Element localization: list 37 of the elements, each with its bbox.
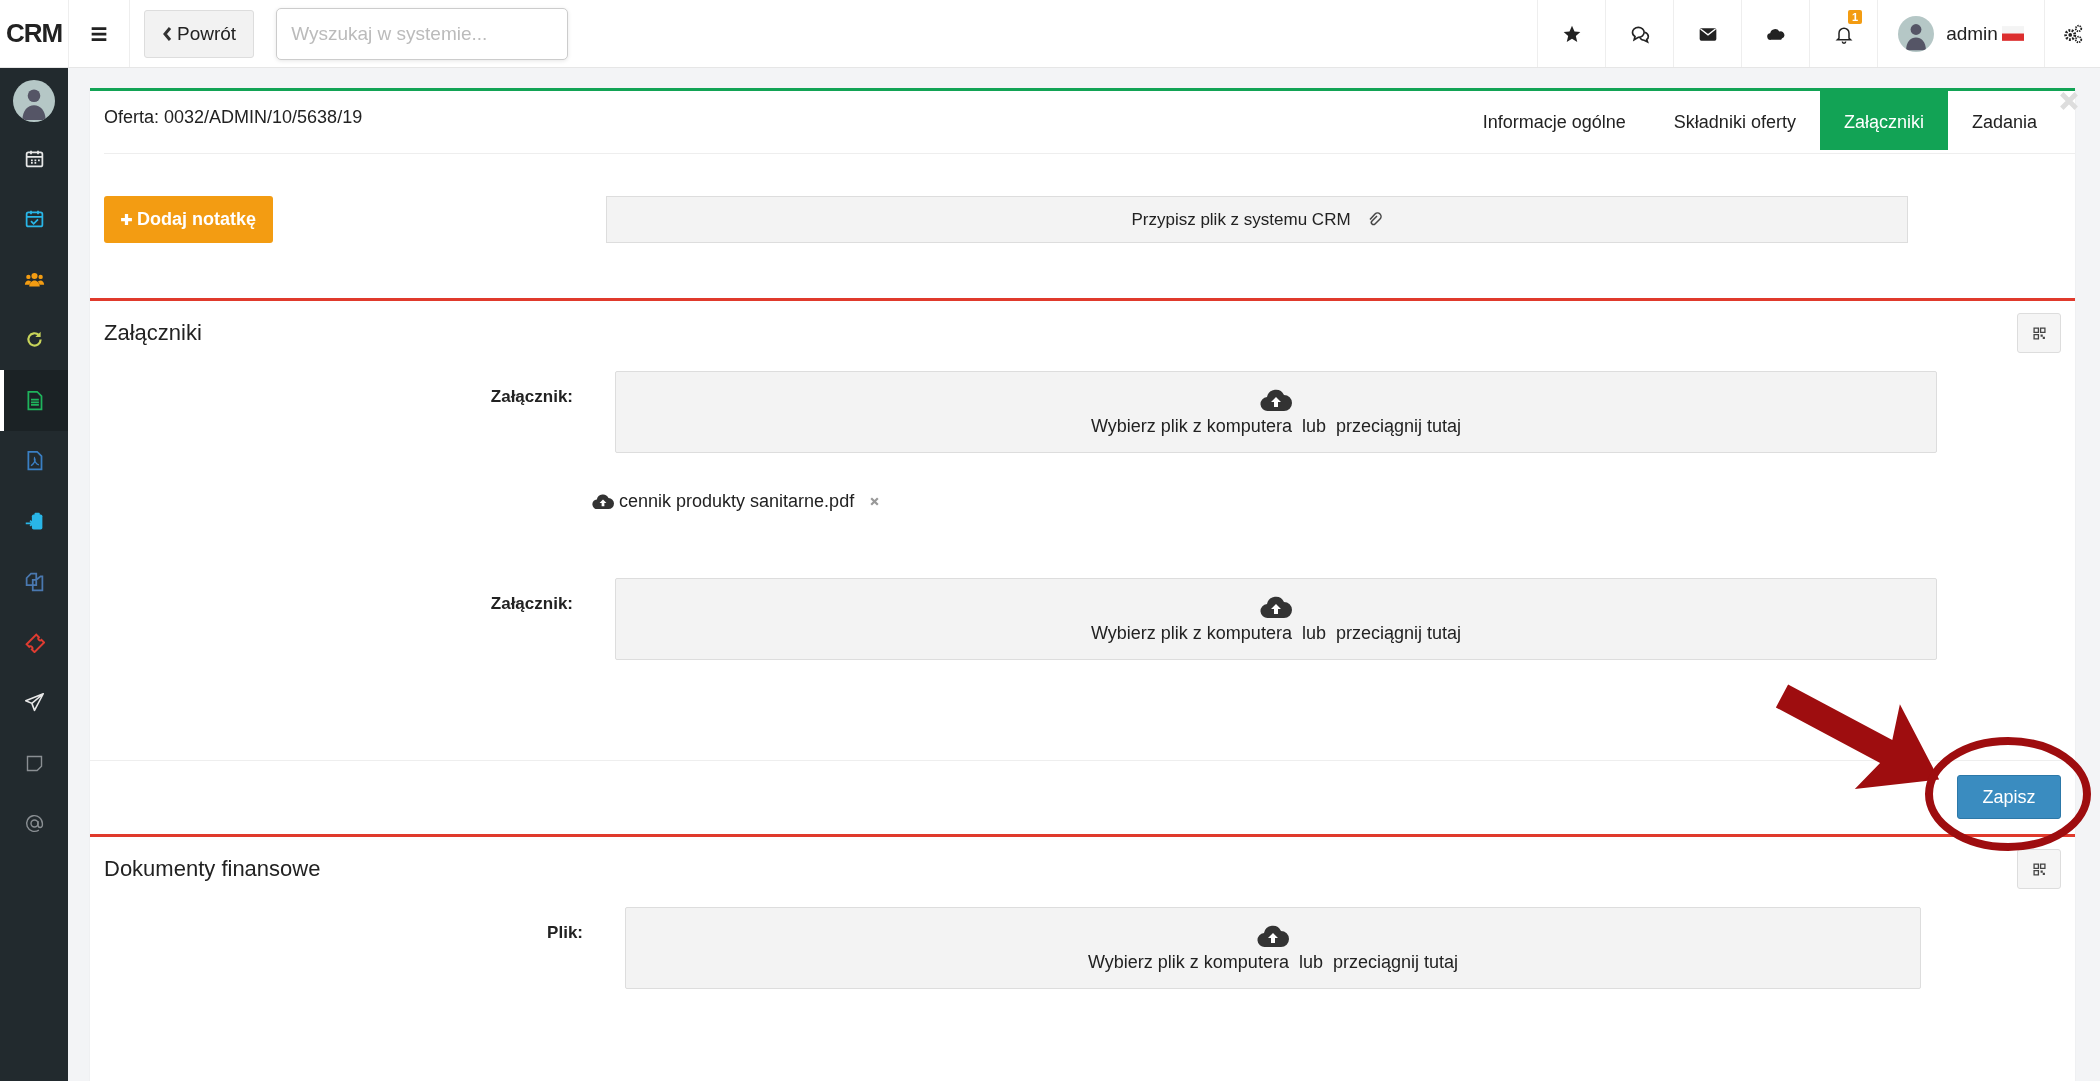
search-field[interactable]: Wyszukaj w systemie... (276, 7, 569, 60)
field-label: Załącznik: (489, 593, 573, 614)
section-title: Dokumenty finansowe (104, 856, 321, 882)
close-icon[interactable] (2057, 89, 2081, 113)
file-dropzone[interactable]: Wybierz plik z komputera lub przeciągnij tutaj (615, 371, 1937, 453)
avatar[interactable] (13, 80, 55, 122)
cloud-upload-icon (592, 493, 614, 510)
settings-icon[interactable] (2061, 22, 2084, 45)
sidebar-item[interactable] (0, 370, 68, 431)
cloud-upload-icon (1257, 923, 1289, 948)
tab[interactable]: Składniki oferty (1649, 91, 1820, 150)
back-button[interactable]: Powrót (144, 9, 255, 58)
qr-code-icon (2032, 326, 2046, 340)
qr-code-icon (2032, 862, 2046, 876)
qr-code-button[interactable] (2017, 313, 2061, 353)
tab[interactable]: Informacje ogólne (1458, 91, 1650, 150)
qr-code-button[interactable] (2017, 849, 2061, 889)
user-name[interactable]: admin (1946, 22, 1998, 45)
offer-title: Oferta: 0032/ADMIN/10/5638/19 (104, 106, 363, 128)
field-label: Plik: (546, 922, 583, 943)
notification-badge: 1 (1848, 10, 1863, 24)
tab[interactable]: Zadania (1947, 91, 2061, 150)
file-dropzone[interactable]: Wybierz plik z komputera lub przeciągnij tutaj (625, 907, 1921, 989)
file-name[interactable]: cennik produkty sanitarne.pdf (619, 491, 855, 512)
chevron-left-icon (162, 25, 172, 42)
cloud-upload-icon (1260, 387, 1292, 412)
flag-icon (2001, 26, 2024, 41)
plus-icon (120, 213, 133, 226)
cloud-upload-icon (1260, 594, 1292, 619)
section-title: Załączniki (104, 320, 202, 346)
app-logo: CRM (4, 18, 64, 49)
save-button[interactable]: Zapisz (1957, 775, 2061, 819)
remove-icon[interactable] (869, 496, 881, 507)
avatar[interactable] (1898, 15, 1935, 52)
file-dropzone[interactable]: Wybierz plik z komputera lub przeciągnij tutaj (615, 578, 1937, 660)
assign-file-button[interactable]: Przypisz plik z systemu CRM (606, 196, 1908, 243)
field-label: Załącznik: (489, 386, 573, 407)
